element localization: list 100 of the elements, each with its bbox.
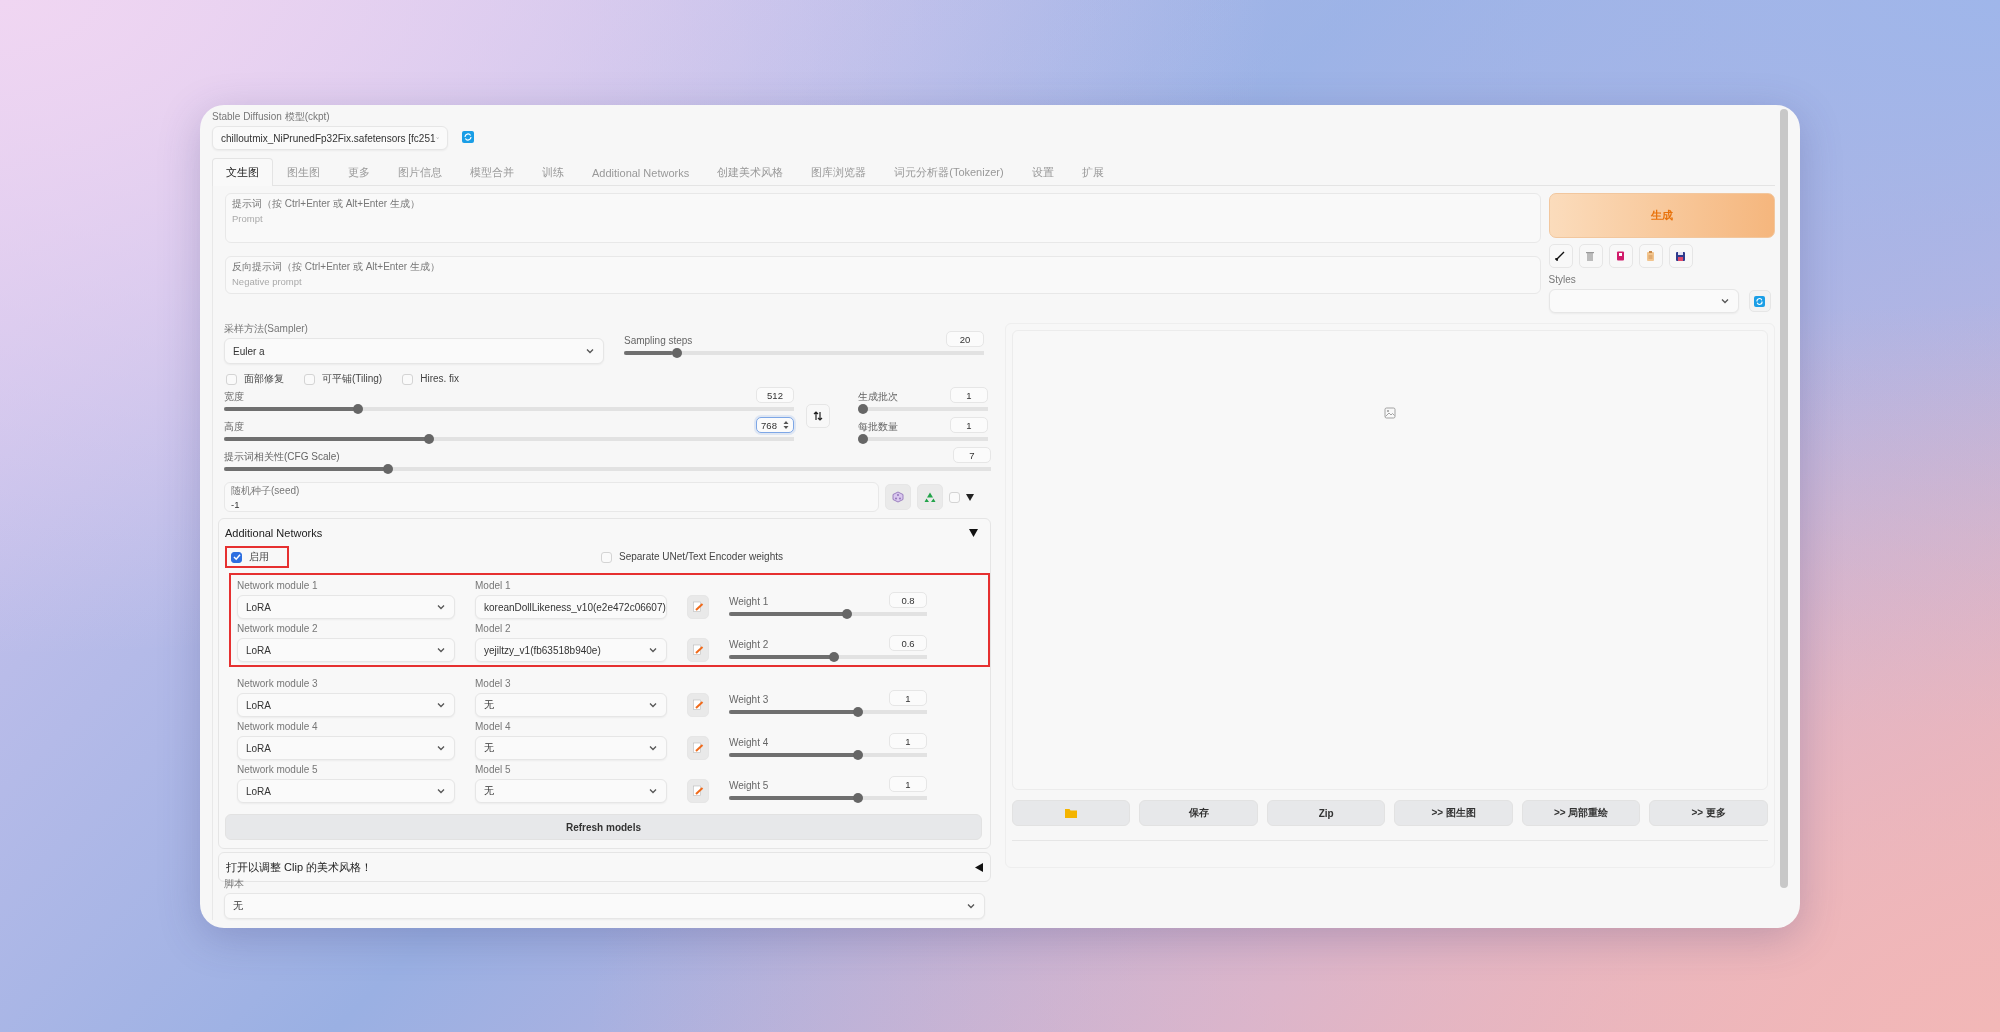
refresh-models-button[interactable]: Refresh models [225,814,982,840]
edit-button[interactable] [687,736,709,760]
triangle-left-icon[interactable] [975,862,983,872]
field-label: Styles [1548,274,1577,286]
output-button[interactable]: >> 更多 [1649,800,1768,826]
field-label: Network module 1 [237,580,319,592]
checkbox[interactable] [231,551,242,563]
slider-thumb[interactable] [858,404,868,414]
field-label: 采样方法(Sampler) [224,323,309,335]
slider[interactable] [858,434,988,444]
output-button[interactable]: >> 图生图 [1394,800,1513,826]
placeholder-text: Prompt [232,213,264,224]
output-button[interactable]: 保存 [1139,800,1258,826]
save-button[interactable] [1668,244,1693,268]
prompt-field[interactable]: 提示词（按 Ctrl+Enter 或 Alt+Enter 生成） Prompt [225,193,1541,243]
field-label: 宽度 [224,391,244,403]
folder-icon [1065,808,1078,818]
panel-title[interactable]: Additional Networks [225,527,323,539]
slider-thumb[interactable] [858,434,868,444]
slider-thumb[interactable] [853,750,864,760]
field-label: Model 4 [475,721,512,733]
spinner-icon [782,420,789,430]
field-label: 随机种子(seed) [231,484,301,497]
edit-button[interactable] [687,693,709,717]
field-label: Model 2 [475,623,512,635]
prompt-field[interactable]: 反向提示词（按 Ctrl+Enter 或 Alt+Enter 生成） Negative prompt [225,256,1541,294]
triangle-down-icon[interactable] [969,529,978,537]
scrollbar[interactable] [1780,109,1788,888]
edit-icon [692,644,704,656]
slider[interactable] [858,404,988,414]
number-field[interactable]: 1 [889,733,927,749]
slider-thumb[interactable] [841,609,852,619]
field-label: Model 3 [475,678,512,690]
placeholder-text: Negative prompt [232,276,303,287]
book-button[interactable] [1608,244,1633,268]
number-field[interactable]: 0.8 [889,592,927,608]
slider-thumb[interactable] [853,707,864,717]
field-label: 生成批次 [858,391,898,403]
slider-thumb[interactable] [352,404,363,414]
field-label: 高度 [224,421,244,433]
dropdown[interactable]: LoRA [237,638,455,662]
number-field[interactable]: 1 [950,387,988,403]
dropdown[interactable]: 无 [475,736,667,760]
output-button[interactable]: >> 局部重绘 [1522,800,1641,826]
edit-button[interactable] [687,595,709,619]
refresh-icon[interactable] [462,131,474,143]
dropdown[interactable]: LoRA [237,779,455,803]
seed-field[interactable]: 随机种子(seed) -1 [224,482,879,512]
checkbox-label: 可平铺(Tiling) [322,373,383,385]
dropdown[interactable]: chilloutmix_NiPrunedFp32Fix.safetensors [fc251 [212,126,448,150]
dropdown[interactable]: 无 [224,893,985,919]
number-field[interactable]: 768 [756,417,794,433]
chevron-icon [585,346,595,356]
number-field[interactable]: 1 [889,776,927,792]
chevron-icon [436,700,446,710]
slider[interactable] [224,434,794,444]
checkmark-icon [232,553,241,561]
swap-button[interactable] [806,403,830,428]
field-label: 提示词相关性(CFG Scale) [224,451,340,463]
number-field[interactable]: 7 [953,447,991,463]
dropdown[interactable]: yejiltzy_v1(fb63518b940e) [475,638,667,662]
save-icon [1674,249,1688,263]
dropdown[interactable]: 无 [475,693,667,717]
panel-title[interactable]: 打开以调整 Clip 的美术风格！ [226,859,373,875]
slider-thumb[interactable] [671,348,682,358]
chevron-icon [648,786,658,796]
dropdown[interactable]: LoRA [237,693,455,717]
slider-thumb[interactable] [423,434,434,444]
chevron-icon [966,901,976,911]
output-button[interactable]: Zip [1267,800,1386,826]
edit-button[interactable] [687,638,709,662]
field-label: Network module 4 [237,721,319,733]
dropdown[interactable]: 无 [475,779,667,803]
clipboard-button[interactable] [1638,244,1663,268]
dropdown[interactable]: Euler a [224,338,604,364]
field-label: 脚本 [224,878,245,890]
dropdown[interactable]: koreanDollLikeness_v10(e2e472c06607) [475,595,667,619]
refresh-button[interactable] [1748,290,1771,312]
random-seed-button[interactable] [885,484,911,510]
edit-button[interactable] [687,779,709,803]
dropdown[interactable]: LoRA [237,736,455,760]
field-label: Weight 2 [729,639,769,651]
field-label: Model 1 [475,580,512,592]
number-field[interactable]: 512 [756,387,794,403]
triangle-down-icon[interactable] [966,493,974,501]
number-field[interactable]: 1 [950,417,988,433]
slider-thumb[interactable] [853,793,864,803]
slider-thumb[interactable] [382,464,393,474]
number-field[interactable]: 20 [946,331,984,347]
edit-icon [692,601,704,613]
number-field[interactable]: 0.6 [889,635,927,651]
chevron-icon [648,743,658,753]
slider-thumb[interactable] [828,652,839,662]
tab[interactable]: 文生图 [212,158,273,186]
field-value: -1 [231,498,241,510]
field-label: 提示词（按 Ctrl+Enter 或 Alt+Enter 生成） [232,198,421,210]
number-field[interactable]: 1 [889,690,927,706]
checkmark-button[interactable] [1548,244,1573,268]
reuse-seed-button[interactable] [917,484,943,510]
dropdown[interactable]: LoRA [237,595,455,619]
